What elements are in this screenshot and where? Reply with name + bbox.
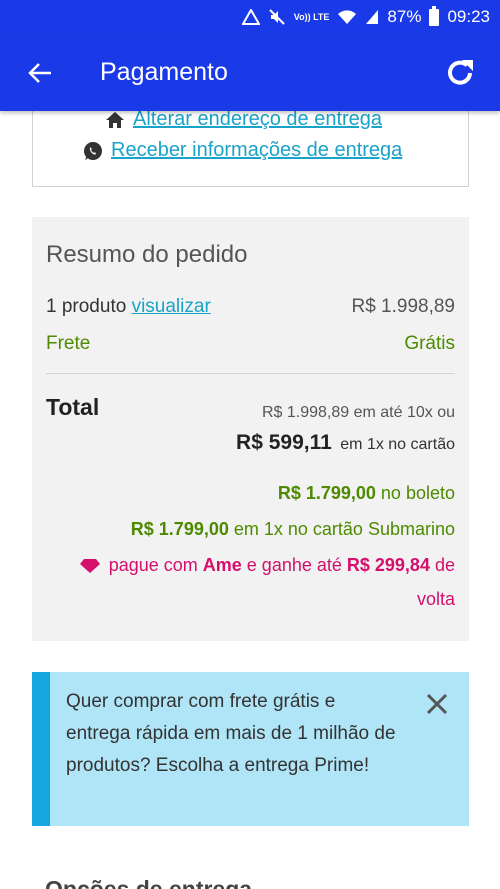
boleto-price: R$ 1.799,00 [277, 483, 376, 503]
change-address-link[interactable]: Alterar endereço de entrega [105, 108, 382, 131]
shipping-row: Frete Grátis [46, 333, 455, 355]
back-button[interactable] [0, 34, 80, 111]
prime-message: Quer comprar com frete grátis e entrega … [66, 691, 396, 776]
receive-info-link[interactable]: Receber informações de entrega [83, 139, 402, 162]
ame-offer-line: pague com Ame e ganhe até R$ 299,84 de [79, 555, 455, 576]
battery-percent: 87% [387, 7, 422, 26]
page-title: Pagamento [100, 58, 228, 86]
installments-line: R$ 1.998,89 em até 10x ou [261, 404, 455, 421]
ame-prefix: pague com [108, 555, 198, 575]
shipping-value: Grátis [404, 333, 455, 354]
refresh-button[interactable] [420, 34, 500, 111]
mute-icon [268, 8, 286, 26]
arrow-left-icon [28, 62, 51, 83]
ame-diamond-icon [79, 558, 100, 573]
total-label: Total [46, 394, 100, 420]
submarino-suffix: em 1x no cartão Submarino [233, 519, 455, 539]
summary-heading: Resumo do pedido [46, 241, 248, 268]
battery-icon [429, 5, 440, 26]
submarino-card-line: R$ 1.799,00 em 1x no cartão Submarino [131, 519, 455, 540]
refresh-icon [448, 59, 473, 85]
card-suffix: em 1x no cartão [340, 436, 455, 453]
products-row: 1 produto visualizar R$ 1.998,89 [46, 296, 455, 318]
signal-icon [365, 9, 379, 25]
view-products-link[interactable]: visualizar [132, 296, 211, 317]
prime-stripe [32, 672, 50, 826]
status-bar: Vo)) LTE 87% 09:23 [0, 0, 500, 34]
submarino-price: R$ 1.799,00 [130, 519, 229, 539]
wifi-icon [337, 9, 357, 25]
ame-last: volta [416, 589, 455, 609]
products-price: R$ 1.998,89 [351, 296, 455, 317]
volte-icon: Vo)) LTE [293, 11, 330, 22]
ame-middle: e ganhe até [246, 555, 342, 575]
divider [46, 373, 455, 374]
app-bar: Pagamento [0, 34, 500, 111]
whatsapp-icon [84, 141, 102, 160]
shipping-label: Frete [46, 333, 91, 354]
card-price-line: R$ 599,11 em 1x no cartão [236, 431, 455, 455]
ame-suffix: de [434, 555, 455, 575]
ame-brand: Ame [202, 555, 242, 575]
close-banner-button[interactable] [425, 692, 449, 716]
ame-cashback: R$ 299,84 [346, 555, 430, 575]
boleto-suffix: no boleto [380, 483, 455, 503]
home-icon [106, 111, 124, 128]
boleto-line: R$ 1.799,00 no boleto [278, 483, 455, 504]
delivery-options-heading: Opções de entrega [45, 876, 253, 889]
products-count: 1 produto [46, 296, 127, 317]
delivery-address-card: Alterar endereço de entrega Receber info… [32, 100, 469, 187]
clock: 09:23 [447, 7, 490, 26]
close-icon [426, 693, 448, 715]
order-summary: Resumo do pedido 1 produto visualizar R$… [32, 217, 469, 641]
prime-banner: Quer comprar com frete grátis e entrega … [32, 672, 469, 826]
card-price: R$ 599,11 [236, 431, 332, 454]
data-transfer-icon [241, 9, 260, 25]
